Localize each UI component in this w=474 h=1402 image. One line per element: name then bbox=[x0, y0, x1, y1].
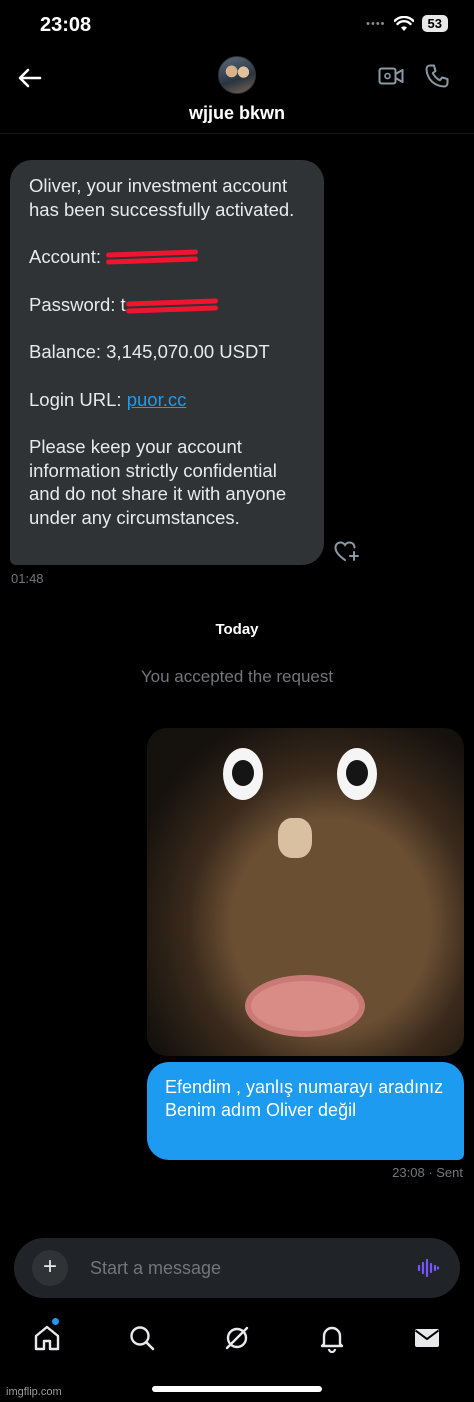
add-attachment-button[interactable]: + bbox=[32, 1250, 68, 1286]
message-input[interactable] bbox=[90, 1248, 390, 1288]
outgoing-message-bubble[interactable]: Efendim , yanlış numarayı aradınız Benim… bbox=[147, 1062, 464, 1160]
image-eye-right bbox=[337, 748, 377, 800]
balance-line: Balance: 3,145,070.00 USDT bbox=[29, 341, 270, 362]
status-time: 23:08 bbox=[40, 14, 92, 36]
login-link[interactable]: puor.cc bbox=[127, 389, 187, 410]
login-label: Login URL: bbox=[29, 388, 127, 410]
add-reaction-icon[interactable] bbox=[334, 540, 360, 562]
search-icon[interactable] bbox=[127, 1323, 157, 1353]
sent-status: · Sent bbox=[428, 1165, 463, 1180]
outgoing-text-line1: Efendim , yanlış numarayı aradınız bbox=[165, 1077, 444, 1097]
login-line: Login URL: puor.cc bbox=[29, 388, 306, 412]
battery-icon: 53 bbox=[421, 15, 448, 32]
account-line: Account: bbox=[29, 245, 306, 269]
contact-name[interactable]: wjjue bkwn bbox=[0, 103, 474, 124]
message-composer: + bbox=[14, 1238, 460, 1298]
grok-icon[interactable] bbox=[222, 1323, 252, 1353]
imgflip-watermark: imgflip.com bbox=[6, 1386, 62, 1398]
outgoing-meta: 23:08 · Sent bbox=[392, 1165, 463, 1180]
outgoing-timestamp: 23:08 bbox=[392, 1165, 425, 1180]
home-icon[interactable] bbox=[32, 1323, 62, 1353]
image-mouth bbox=[245, 975, 365, 1037]
voice-message-icon[interactable] bbox=[416, 1256, 440, 1280]
redaction-mark bbox=[125, 296, 218, 316]
incoming-timestamp: 01:48 bbox=[11, 571, 44, 586]
messages-icon[interactable] bbox=[412, 1323, 442, 1353]
password-label: Password: t bbox=[29, 293, 126, 315]
message-text: Oliver, your investment account has been… bbox=[29, 175, 295, 220]
video-call-icon[interactable] bbox=[378, 65, 404, 87]
conversation-header: wjjue bkwn bbox=[0, 52, 474, 134]
image-eye-left bbox=[223, 748, 263, 800]
contact-avatar[interactable] bbox=[218, 56, 256, 94]
phone-call-icon[interactable] bbox=[424, 63, 450, 89]
day-separator: Today bbox=[215, 621, 259, 638]
redaction-mark bbox=[106, 248, 199, 268]
request-accepted-note: You accepted the request bbox=[140, 667, 334, 686]
password-line: Password: t bbox=[29, 293, 306, 317]
home-notification-dot bbox=[52, 1318, 59, 1325]
status-bar: 23:08 •••• 53 bbox=[0, 0, 474, 52]
signal-icon: •••• bbox=[366, 17, 386, 30]
outgoing-text-line2: Benim adım Oliver değil bbox=[165, 1100, 357, 1120]
incoming-message-bubble[interactable]: Oliver, your investment account has been… bbox=[10, 160, 324, 565]
closing-text: Please keep your account information str… bbox=[29, 436, 287, 528]
account-label: Account: bbox=[29, 246, 107, 267]
home-indicator[interactable] bbox=[152, 1386, 322, 1392]
back-arrow-icon[interactable] bbox=[16, 64, 44, 92]
image-nose bbox=[278, 818, 312, 858]
status-indicators: •••• 53 bbox=[366, 15, 448, 32]
notifications-icon[interactable] bbox=[317, 1323, 347, 1353]
wifi-icon bbox=[393, 15, 414, 31]
